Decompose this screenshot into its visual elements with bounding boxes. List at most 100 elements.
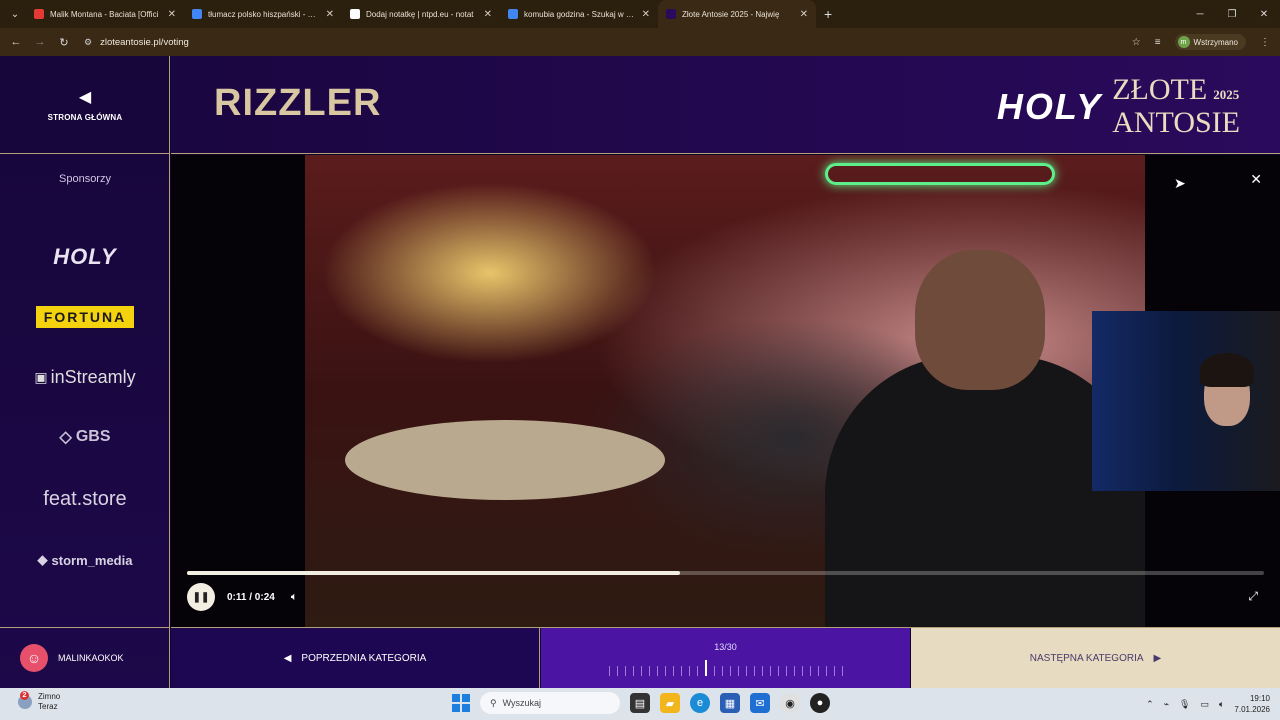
tab-close-icon[interactable]: ✕ bbox=[168, 9, 176, 20]
pause-button[interactable]: ❚❚ bbox=[187, 583, 215, 611]
category-tick bbox=[801, 665, 803, 676]
browser-tab[interactable]: Malik Montana - Baciata [Offici ✕ bbox=[26, 0, 184, 28]
mouse-cursor-icon: ➤ bbox=[1174, 175, 1186, 191]
file-explorer-icon[interactable]: ▰ bbox=[660, 693, 680, 713]
window-controls: ─ ❐ ✕ bbox=[1184, 0, 1280, 28]
category-tick bbox=[608, 665, 610, 676]
sponsor-holy-logo[interactable]: HOLY bbox=[0, 244, 170, 270]
next-category-button[interactable]: NASTĘPNA KATEGORIA ▶ bbox=[911, 628, 1280, 689]
category-tick bbox=[753, 665, 755, 676]
sponsor-instreamly-text: inStreamly bbox=[50, 367, 136, 387]
tab-close-icon[interactable]: ✕ bbox=[484, 9, 492, 20]
volume-icon[interactable]: 🔈︎ bbox=[291, 591, 298, 604]
fullscreen-icon[interactable]: ⤢ bbox=[1248, 589, 1258, 604]
browser-tab[interactable]: tłumacz polsko hiszpański - Szu ✕ bbox=[184, 0, 342, 28]
category-tick bbox=[825, 665, 827, 676]
sponsor-featstore-logo[interactable]: feat.store bbox=[0, 488, 170, 511]
reading-list-icon[interactable]: ≡ bbox=[1155, 37, 1161, 48]
sponsor-fortuna-logo[interactable]: FORTUNA bbox=[0, 306, 170, 328]
sidebar: ◀ STRONA GŁÓWNA Sponsorzy HOLY FORTUNA ▣… bbox=[0, 56, 170, 688]
system-clock[interactable]: 19:10 7.01.2026 bbox=[1234, 693, 1270, 715]
bookmark-star-icon[interactable]: ☆ bbox=[1132, 37, 1141, 48]
weather-icon: 2 bbox=[18, 691, 32, 709]
speaker-icon[interactable]: 🔈︎ bbox=[1219, 699, 1224, 710]
home-link[interactable]: ◀ STRONA GŁÓWNA bbox=[0, 56, 170, 154]
tab-close-icon[interactable]: ✕ bbox=[326, 9, 334, 20]
category-tick bbox=[833, 665, 835, 676]
clock-date: 7.01.2026 bbox=[1234, 705, 1270, 714]
minimize-icon[interactable]: ─ bbox=[1184, 9, 1216, 20]
start-button[interactable] bbox=[452, 694, 470, 712]
category-tick bbox=[817, 665, 819, 676]
category-tick bbox=[672, 665, 674, 676]
brand-line2: ANTOSIE bbox=[1112, 106, 1240, 139]
network-icon[interactable]: ⌁ bbox=[1164, 699, 1169, 710]
sponsor-stormmedia-logo[interactable]: ◆ storm_media bbox=[0, 552, 170, 568]
forward-icon[interactable]: → bbox=[28, 36, 52, 48]
chrome-icon[interactable]: ◉ bbox=[780, 693, 800, 713]
weather-sub: Teraz bbox=[38, 702, 58, 711]
close-window-icon[interactable]: ✕ bbox=[1248, 9, 1280, 20]
taskbar-search[interactable]: ⚲ Wyszukaj bbox=[480, 692, 620, 714]
sponsor-gbs-text: GBS bbox=[75, 428, 111, 445]
display-icon[interactable]: ▭ bbox=[1200, 699, 1209, 710]
video-table bbox=[345, 420, 665, 500]
arrow-left-icon: ◀ bbox=[78, 89, 92, 106]
sponsor-gbs-logo[interactable]: ◇ GBS bbox=[0, 427, 170, 447]
back-icon[interactable]: ← bbox=[4, 36, 28, 48]
category-tick bbox=[688, 665, 690, 676]
close-video-icon[interactable]: ✕ bbox=[1250, 171, 1262, 188]
category-tick bbox=[793, 665, 795, 676]
browser-tab[interactable]: Złote Antosie 2025 - Najwię ✕ bbox=[658, 0, 816, 28]
brand-zloteantosie: ZŁOTE 2025 ANTOSIE bbox=[1112, 75, 1240, 139]
category-tick bbox=[624, 665, 626, 676]
profile-button[interactable]: m Wstrzymano bbox=[1174, 34, 1246, 50]
category-tick bbox=[737, 665, 739, 676]
video-progress-bar[interactable] bbox=[187, 571, 1264, 575]
tab-close-icon[interactable]: ✕ bbox=[800, 9, 808, 20]
browser-menu-icon[interactable]: ⋮ bbox=[1260, 37, 1270, 48]
tab-label: Malik Montana - Baciata [Offici bbox=[50, 9, 159, 19]
outlook-icon[interactable]: ✉ bbox=[750, 693, 770, 713]
profile-status: Wstrzymano bbox=[1193, 37, 1238, 47]
user-avatar-icon: ☺ bbox=[20, 644, 48, 672]
tray-chevron-icon[interactable]: ⌃ bbox=[1146, 699, 1154, 710]
arrow-left-icon: ◀ bbox=[283, 653, 292, 664]
reload-icon[interactable]: ↻ bbox=[52, 36, 76, 49]
webcam-overlay bbox=[1092, 311, 1280, 491]
tab-label: Złote Antosie 2025 - Najwię bbox=[682, 9, 780, 19]
task-view-icon[interactable]: ▤ bbox=[630, 693, 650, 713]
store-icon[interactable]: ▦ bbox=[720, 693, 740, 713]
search-icon: ⚲ bbox=[490, 697, 497, 708]
category-tick bbox=[841, 665, 843, 676]
category-ticks bbox=[608, 659, 843, 676]
browser-tab[interactable]: komubia godzina - Szukaj w Go ✕ bbox=[500, 0, 658, 28]
tab-search-menu-icon[interactable]: ⌄ bbox=[4, 3, 26, 25]
webcam-hair bbox=[1200, 353, 1254, 387]
video-frame bbox=[305, 155, 1145, 627]
category-tick bbox=[769, 665, 771, 676]
system-tray: ⌃ ⌁ 🎙︎ ▭ 🔈︎ 19:10 7.01.2026 bbox=[1146, 688, 1270, 720]
previous-category-button[interactable]: ◀ POPRZEDNIA KATEGORIA bbox=[171, 628, 540, 689]
site-info-icon[interactable]: ⚙ bbox=[84, 37, 92, 48]
weather-widget[interactable]: 2 Zimno Teraz bbox=[18, 691, 60, 712]
username: MALINKAOKOK bbox=[58, 653, 124, 663]
category-tick bbox=[713, 665, 715, 676]
edge-icon[interactable]: e bbox=[690, 693, 710, 713]
tab-favicon-icon bbox=[508, 9, 518, 19]
new-tab-button[interactable]: + bbox=[824, 6, 832, 22]
user-profile[interactable]: ☺ MALINKAOKOK bbox=[0, 627, 170, 688]
address-bar-actions: ☆ ≡ m Wstrzymano ⋮ bbox=[1132, 28, 1270, 56]
browser-tab[interactable]: Dodaj notatkę | ntpd.eu - notat ✕ bbox=[342, 0, 500, 28]
tab-close-icon[interactable]: ✕ bbox=[642, 9, 650, 20]
sponsor-instreamly-logo[interactable]: ▣ inStreamly bbox=[0, 367, 170, 388]
microphone-icon[interactable]: 🎙︎ bbox=[1179, 699, 1190, 710]
voting-page: ◀ STRONA GŁÓWNA Sponsorzy HOLY FORTUNA ▣… bbox=[0, 56, 1280, 689]
url-field[interactable]: ⚙ zloteantosie.pl/voting bbox=[84, 37, 189, 48]
profile-avatar: m bbox=[1177, 36, 1190, 48]
clock-time: 19:10 bbox=[1249, 694, 1270, 703]
video-player[interactable]: ➤ ✕ ❚❚ 0:11 / 0:24 🔈︎ ⤢ bbox=[171, 155, 1280, 627]
app-icon[interactable]: ● bbox=[810, 693, 830, 713]
maximize-icon[interactable]: ❐ bbox=[1216, 9, 1248, 20]
category-header: RIZZLER HOLY ZŁOTE 2025 ANTOSIE bbox=[171, 56, 1280, 154]
